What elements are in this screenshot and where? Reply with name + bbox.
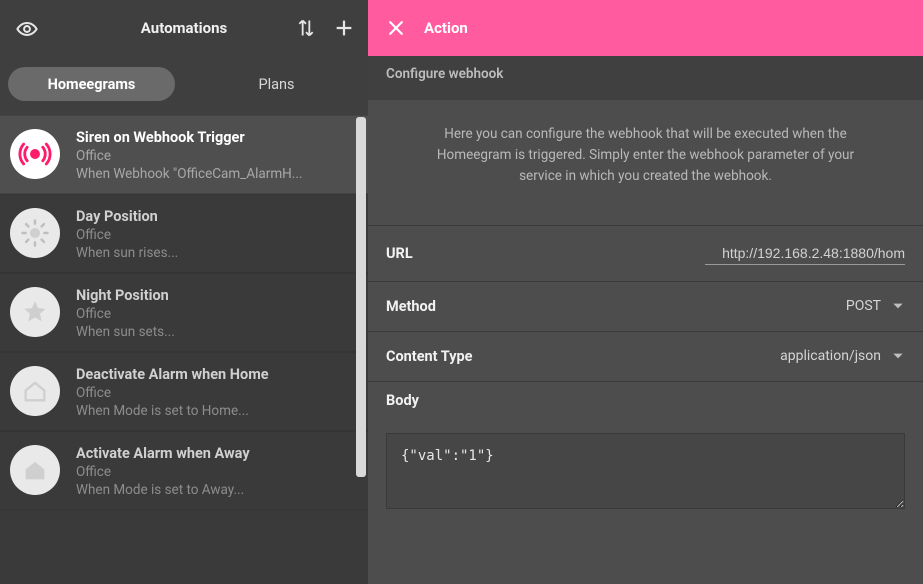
item-title: Night Position — [76, 287, 175, 304]
list-item[interactable]: Day Position Office When sun rises... — [0, 194, 368, 273]
item-cond: When Mode is set to Home... — [76, 403, 269, 419]
item-title: Activate Alarm when Away — [76, 445, 250, 462]
body-row: Body — [368, 381, 923, 531]
section-description: Here you can configure the webhook that … — [368, 100, 923, 225]
tab-plans[interactable]: Plans — [193, 67, 360, 101]
add-icon[interactable] — [330, 14, 358, 42]
list-item[interactable]: Activate Alarm when Away Office When Mod… — [0, 431, 368, 510]
detail-panel: Action Configure webhook Here you can co… — [368, 0, 923, 584]
webhook-form: URL Method POST Content Type application… — [368, 225, 923, 531]
method-label: Method — [386, 298, 436, 315]
item-cond: When Mode is set to Away... — [76, 482, 250, 498]
item-title: Deactivate Alarm when Home — [76, 366, 269, 383]
item-title: Day Position — [76, 208, 178, 225]
content-type-row: Content Type application/json — [368, 331, 923, 381]
body-label: Body — [386, 392, 905, 409]
sidebar-tabs: Homeegrams Plans — [0, 56, 368, 115]
section-subheader: Configure webhook — [368, 56, 923, 100]
chevron-down-icon — [891, 349, 905, 363]
item-cond: When sun sets... — [76, 324, 175, 340]
item-sub: Office — [76, 148, 303, 164]
content-type-value: application/json — [780, 348, 881, 364]
url-label: URL — [386, 245, 413, 262]
panel-header: Action — [368, 0, 923, 56]
home-icon — [10, 366, 60, 416]
method-row: Method POST — [368, 281, 923, 331]
close-icon[interactable] — [386, 18, 406, 38]
home-icon — [10, 445, 60, 495]
chevron-down-icon — [891, 299, 905, 313]
list-item[interactable]: Deactivate Alarm when Home Office When M… — [0, 352, 368, 431]
method-value: POST — [846, 298, 881, 314]
star-icon — [10, 287, 60, 337]
method-select[interactable]: POST — [846, 298, 905, 314]
sun-icon — [10, 208, 60, 258]
url-row: URL — [368, 225, 923, 281]
item-sub: Office — [76, 464, 250, 480]
url-input[interactable] — [705, 242, 905, 265]
app-root: Automations Homeegrams Plans — [0, 0, 923, 584]
item-sub: Office — [76, 306, 175, 322]
sidebar-title: Automations — [141, 19, 227, 37]
tab-homeegrams[interactable]: Homeegrams — [8, 67, 175, 101]
item-cond: When sun rises... — [76, 245, 178, 261]
list-scrollbar[interactable] — [356, 117, 366, 477]
sort-icon[interactable] — [292, 14, 320, 42]
item-sub: Office — [76, 385, 269, 401]
item-sub: Office — [76, 227, 178, 243]
content-type-label: Content Type — [386, 348, 473, 365]
body-input[interactable] — [386, 433, 905, 509]
siren-icon — [10, 129, 60, 179]
list-item[interactable]: Night Position Office When sun sets... — [0, 273, 368, 352]
content-type-select[interactable]: application/json — [780, 348, 905, 364]
eye-icon[interactable] — [16, 18, 38, 44]
automation-list: Siren on Webhook Trigger Office When Web… — [0, 115, 368, 584]
list-item[interactable]: Siren on Webhook Trigger Office When Web… — [0, 115, 368, 194]
sidebar-header: Automations — [0, 0, 368, 56]
item-cond: When Webhook "OfficeCam_AlarmH... — [76, 166, 303, 182]
panel-title: Action — [424, 19, 468, 37]
item-title: Siren on Webhook Trigger — [76, 129, 303, 146]
sidebar: Automations Homeegrams Plans — [0, 0, 368, 584]
